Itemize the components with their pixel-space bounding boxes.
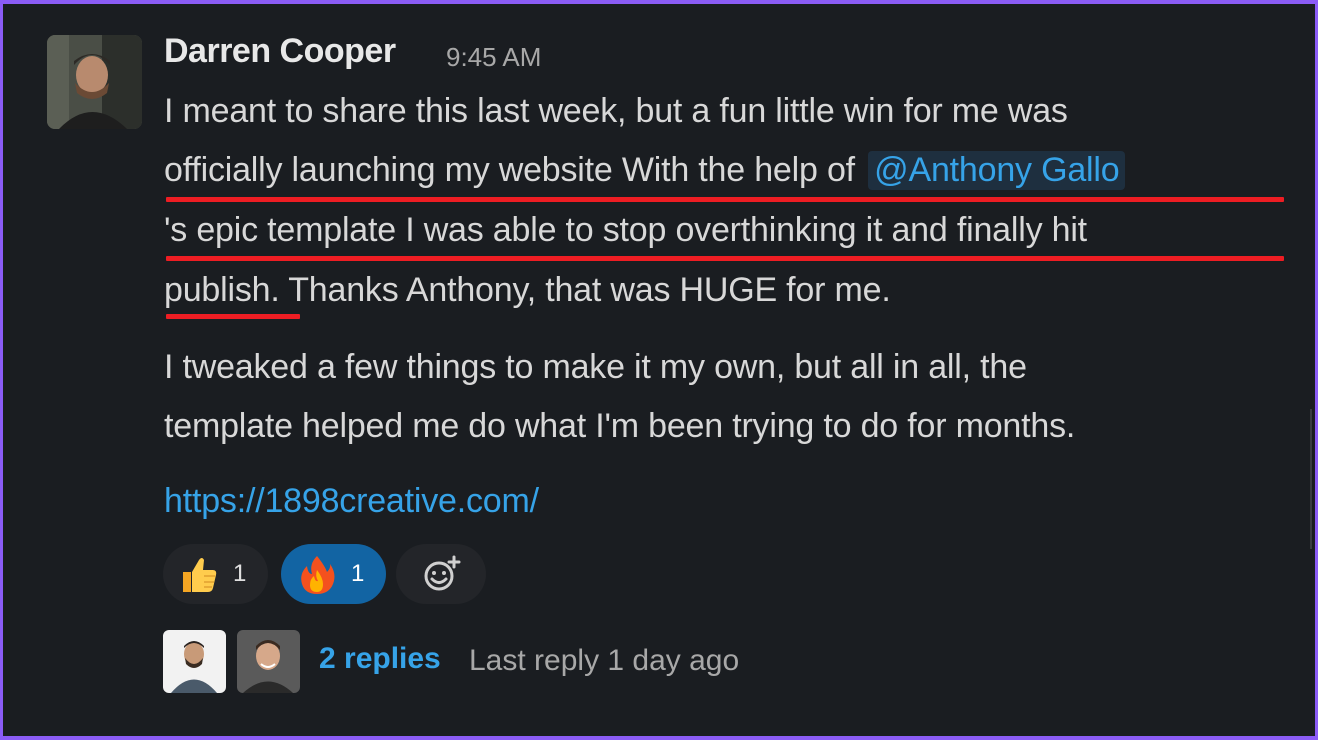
- message-line: officially launching my website With the…: [164, 151, 1126, 190]
- message-container: Darren Cooper 9:45 AM I meant to share t…: [0, 0, 1318, 740]
- highlight-underline: [166, 197, 1284, 202]
- scrollbar[interactable]: [1310, 409, 1312, 549]
- message-line-text: officially launching my website With the…: [164, 151, 855, 189]
- reply-avatar[interactable]: [163, 630, 226, 693]
- message-line: I meant to share this last week, but a f…: [164, 92, 1068, 130]
- user-mention[interactable]: @Anthony Gallo: [868, 151, 1126, 190]
- reply-avatar[interactable]: [237, 630, 300, 693]
- add-reaction-button[interactable]: [396, 544, 486, 604]
- reaction-fire[interactable]: 1: [281, 544, 386, 604]
- message-line: I tweaked a few things to make it my own…: [164, 348, 1027, 386]
- sender-avatar[interactable]: [47, 35, 142, 129]
- thumbs-up-icon: [183, 558, 217, 592]
- message-link[interactable]: https://1898creative.com/: [164, 482, 539, 521]
- message-line: publish. Thanks Anthony, that was HUGE f…: [164, 271, 891, 309]
- message-timestamp[interactable]: 9:45 AM: [446, 42, 541, 73]
- message-line: template helped me do what I'm been tryi…: [164, 407, 1076, 445]
- fire-icon: [301, 556, 335, 594]
- add-emoji-icon: [424, 555, 461, 591]
- highlight-underline: [166, 256, 1284, 261]
- thread-replies-link[interactable]: 2 replies: [319, 642, 441, 676]
- sender-name[interactable]: Darren Cooper: [164, 32, 396, 71]
- message-line: 's epic template I was able to stop over…: [164, 211, 1087, 249]
- reaction-count: 1: [233, 560, 247, 587]
- reaction-thumbs-up[interactable]: 1: [163, 544, 268, 604]
- highlight-underline: [166, 314, 300, 319]
- reaction-count: 1: [351, 560, 365, 587]
- thread-last-reply: Last reply 1 day ago: [469, 644, 740, 677]
